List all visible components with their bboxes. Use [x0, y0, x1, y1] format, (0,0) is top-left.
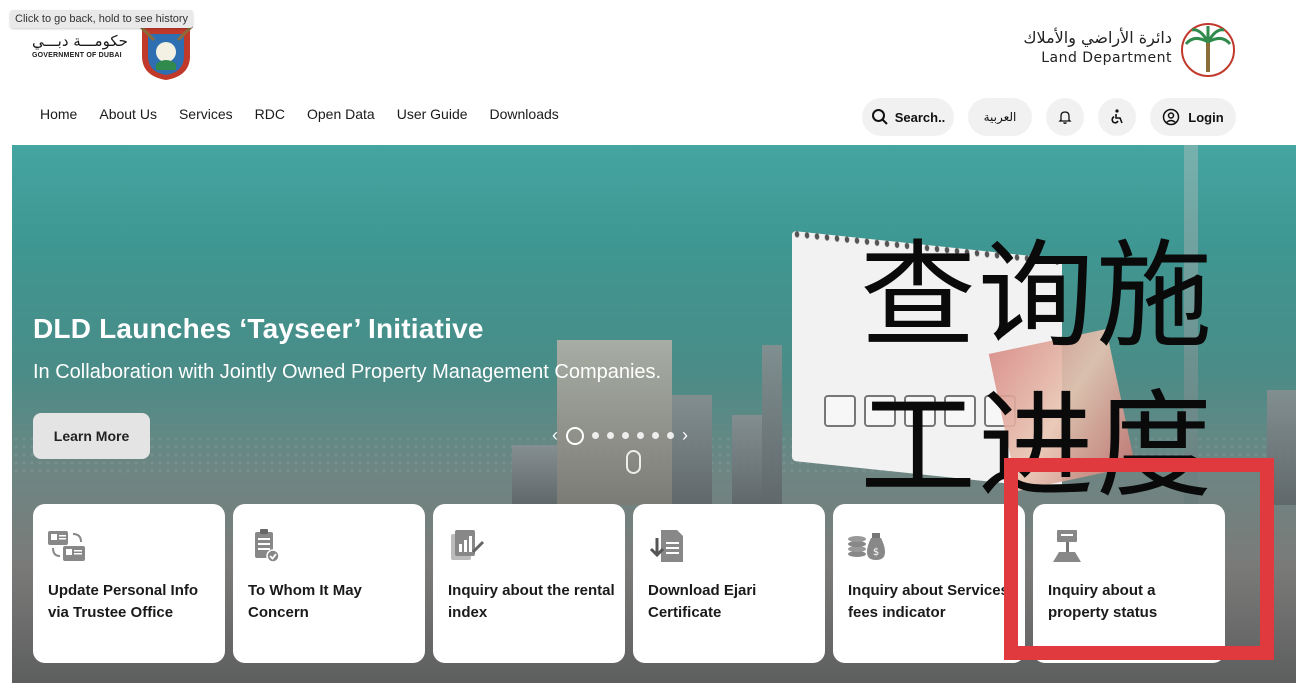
document-chart-icon — [451, 530, 485, 560]
learn-more-button[interactable]: Learn More — [33, 413, 150, 459]
hero-building — [512, 445, 557, 505]
site-header: Click to go back, hold to see history حك… — [0, 0, 1304, 150]
search-label: Search.. — [894, 109, 946, 125]
accessibility-button[interactable] — [1098, 98, 1136, 136]
calendar-checkbox — [824, 395, 856, 427]
svg-text:$: $ — [873, 547, 879, 558]
search-icon — [871, 109, 888, 125]
service-card-label: To Whom It May Concern — [248, 582, 362, 621]
gov-logo-arabic: حكومـــة دبـــي — [32, 32, 128, 50]
dld-logo-english: Land Department — [1041, 50, 1172, 66]
hero-building — [762, 345, 782, 505]
service-card-label: Inquiry about the rental index — [448, 582, 615, 621]
login-label: Login — [1188, 109, 1224, 125]
nav-user-guide[interactable]: User Guide — [397, 106, 468, 126]
main-nav: Home About Us Services RDC Open Data Use… — [40, 106, 559, 150]
carousel-controls: ‹ › — [552, 425, 688, 446]
nav-home[interactable]: Home — [40, 106, 78, 150]
dubai-emblem-icon — [138, 24, 194, 80]
nav-rdc[interactable]: RDC — [255, 106, 285, 126]
pause-icon[interactable] — [566, 426, 584, 445]
land-department-logo[interactable]: دائرة الأراضي والأملاك Land Department — [1018, 22, 1238, 78]
user-circle-icon — [1163, 108, 1180, 126]
service-card-label: Download Ejari Certificate — [648, 582, 757, 621]
login-button[interactable]: Login — [1150, 98, 1236, 136]
coins-money-bag-icon: $ — [848, 533, 885, 560]
hero-title: DLD Launches ‘Tayseer’ Initiative — [33, 313, 484, 344]
service-card-update-personal-info[interactable]: Update Personal Info via Trustee Office — [33, 504, 225, 663]
download-document-icon — [649, 530, 683, 562]
annotation-line-1: 查询施 — [860, 229, 1214, 364]
hero-building — [672, 395, 712, 505]
nav-downloads[interactable]: Downloads — [490, 106, 559, 126]
chevron-left-icon[interactable]: ‹ — [552, 425, 558, 446]
palm-tree-logo-icon — [1181, 23, 1235, 77]
notifications-button[interactable] — [1046, 98, 1084, 136]
government-of-dubai-logo[interactable]: حكومـــة دبـــي GOVERNMENT OF DUBAI — [30, 22, 200, 86]
back-button-tooltip: Click to go back, hold to see history — [10, 10, 194, 28]
language-toggle[interactable]: العربية — [968, 98, 1032, 136]
nav-services[interactable]: Services — [179, 106, 233, 126]
service-card-label: Inquiry about Services fees indicator — [848, 582, 1009, 621]
nav-about-us[interactable]: About Us — [99, 106, 157, 126]
service-card-to-whom-it-may-concern[interactable]: To Whom It May Concern — [233, 504, 425, 663]
nav-open-data[interactable]: Open Data — [307, 106, 375, 126]
highlight-annotation-box — [1004, 458, 1274, 660]
service-card-services-fees[interactable]: $ Inquiry about Services fees indicator — [833, 504, 1025, 663]
bell-icon — [1058, 111, 1072, 124]
id-card-swap-icon — [48, 531, 85, 561]
clipboard-check-icon — [255, 529, 280, 563]
service-card-label: Update Personal Info via Trustee Office — [48, 582, 199, 621]
hero-building — [732, 415, 762, 505]
service-card-rental-index[interactable]: Inquiry about the rental index — [433, 504, 625, 663]
carousel-dot[interactable] — [637, 432, 644, 439]
carousel-dot[interactable] — [652, 432, 659, 439]
carousel-dot[interactable] — [667, 432, 674, 439]
service-card-download-ejari[interactable]: Download Ejari Certificate — [633, 504, 825, 663]
dld-logo-arabic: دائرة الأراضي والأملاك — [1023, 28, 1172, 47]
gov-logo-english: GOVERNMENT OF DUBAI — [32, 52, 122, 59]
header-actions: Search.. العربية Login — [862, 98, 1236, 136]
carousel-dot[interactable] — [592, 432, 599, 439]
search-button[interactable]: Search.. — [862, 98, 954, 136]
scroll-down-icon[interactable] — [626, 450, 641, 474]
chevron-right-icon[interactable]: › — [682, 425, 688, 446]
carousel-dot[interactable] — [622, 432, 629, 439]
hero-subtitle: In Collaboration with Jointly Owned Prop… — [33, 361, 662, 383]
carousel-dot[interactable] — [607, 432, 614, 439]
accessibility-icon — [1111, 109, 1123, 124]
